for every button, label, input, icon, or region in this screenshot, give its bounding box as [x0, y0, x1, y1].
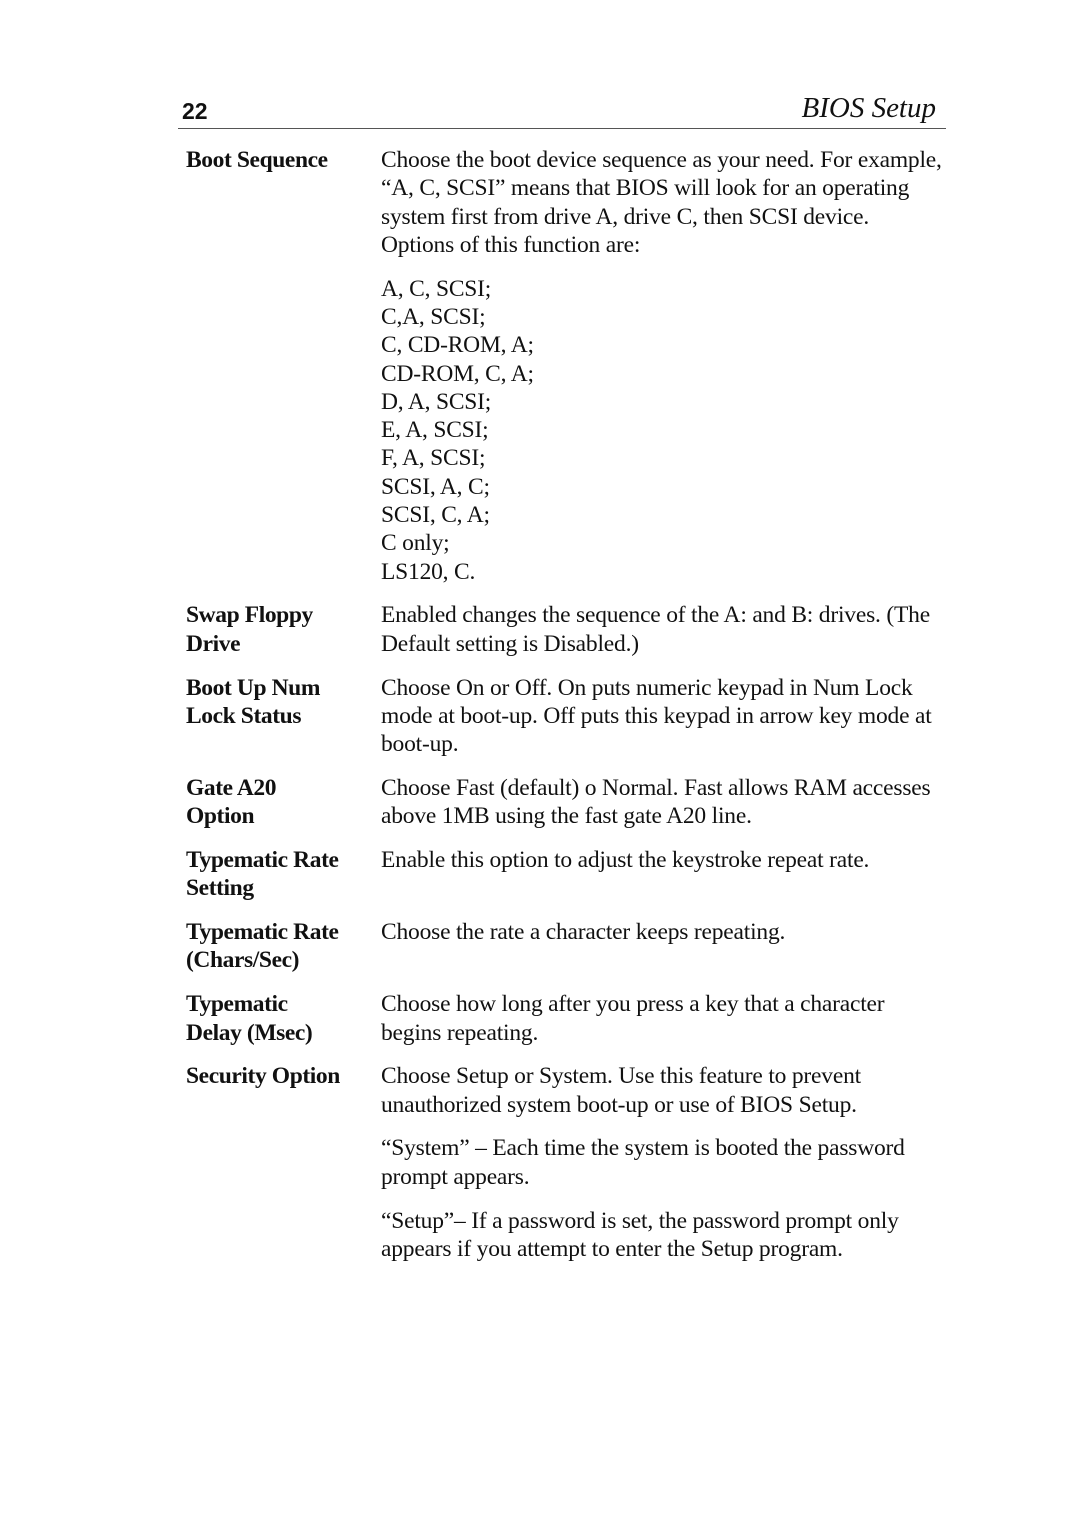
term: Swap Floppy Drive	[186, 601, 381, 658]
description: Enabled changes the sequence of the A: a…	[381, 601, 946, 658]
description: Choose the rate a character keeps repeat…	[381, 918, 946, 975]
description: Choose the boot device sequence as your …	[381, 146, 946, 586]
entry-security-option: Security Option Choose Setup or System. …	[186, 1062, 946, 1263]
term-line: Typematic Rate	[186, 847, 339, 874]
option-item: D, A, SCSI;	[381, 388, 492, 415]
paragraph: Enable this option to adjust the keystro…	[381, 847, 870, 874]
option-item: F, A, SCSI;	[381, 445, 486, 472]
option-item: A, C, SCSI;	[381, 275, 492, 302]
description: Enable this option to adjust the keystro…	[381, 846, 946, 903]
paragraph: Choose Setup or System. Use this feature…	[381, 1063, 861, 1118]
option-item: C, CD-ROM, A;	[381, 332, 534, 359]
paragraph: Choose the rate a character keeps repeat…	[381, 919, 786, 946]
entry-boot-sequence: Boot Sequence Choose the boot device seq…	[186, 146, 946, 586]
option-item: SCSI, C, A;	[381, 502, 490, 529]
paragraph: Choose On or Off. On puts numeric keypad…	[381, 674, 932, 758]
term-line: Option	[186, 803, 255, 830]
description: Choose how long after you press a key th…	[381, 990, 946, 1047]
entry-gate-a20-option: Gate A20 Option Choose Fast (default) o …	[186, 774, 946, 831]
description: Choose Setup or System. Use this feature…	[381, 1062, 946, 1263]
term: Security Option	[186, 1062, 381, 1263]
term-line: Typematic Rate	[186, 919, 339, 946]
term-line: Lock Status	[186, 702, 302, 729]
term-line: Gate A20	[186, 774, 277, 801]
entry-boot-up-num-lock-status: Boot Up Num Lock Status Choose On or Off…	[186, 674, 946, 759]
entry-typematic-rate-chars-sec: Typematic Rate (Chars/Sec) Choose the ra…	[186, 918, 946, 975]
term: Boot Up Num Lock Status	[186, 674, 381, 759]
term: Boot Sequence	[186, 146, 381, 586]
paragraph: Choose the boot device sequence as your …	[381, 147, 942, 258]
term: Typematic Delay (Msec)	[186, 990, 381, 1047]
paragraph: Choose Fast (default) o Normal. Fast all…	[381, 774, 931, 830]
option-item: E, A, SCSI;	[381, 417, 489, 444]
option-item: CD-ROM, C, A;	[381, 360, 534, 387]
term-line: Setting	[186, 875, 254, 902]
paragraph: Choose how long after you press a key th…	[381, 991, 885, 1046]
entry-typematic-delay: Typematic Delay (Msec) Choose how long a…	[186, 990, 946, 1047]
page-number: 22	[182, 98, 208, 124]
description: Choose Fast (default) o Normal. Fast all…	[381, 774, 946, 831]
paragraph: “System” – Each time the system is boote…	[381, 1135, 905, 1190]
page-header: 22 BIOS Setup	[178, 92, 946, 129]
paragraph: Enabled changes the sequence of the A: a…	[381, 602, 930, 657]
entry-typematic-rate-setting: Typematic Rate Setting Enable this optio…	[186, 846, 946, 903]
boot-sequence-options: A, C, SCSI; C,A, SCSI; C, CD-ROM, A; CD-…	[381, 275, 946, 586]
definition-list: Boot Sequence Choose the boot device seq…	[186, 146, 946, 1279]
term-line: Drive	[186, 630, 241, 657]
entry-swap-floppy-drive: Swap Floppy Drive Enabled changes the se…	[186, 601, 946, 658]
paragraph: “Setup”– If a password is set, the passw…	[381, 1207, 899, 1262]
description: Choose On or Off. On puts numeric keypad…	[381, 674, 946, 759]
term: Gate A20 Option	[186, 774, 381, 831]
option-item: SCSI, A, C;	[381, 473, 490, 500]
running-title: BIOS Setup	[801, 92, 937, 124]
term-line: (Chars/Sec)	[186, 947, 300, 974]
option-item: C only;	[381, 530, 450, 557]
option-item: LS120, C.	[381, 558, 476, 585]
term-line: Boot Sequence	[186, 147, 328, 173]
term-line: Security Option	[186, 1063, 340, 1090]
term-line: Delay (Msec)	[186, 1019, 313, 1046]
term-line: Swap Floppy	[186, 602, 313, 629]
term: Typematic Rate Setting	[186, 846, 381, 903]
term: Typematic Rate (Chars/Sec)	[186, 918, 381, 975]
term-line: Typematic	[186, 991, 288, 1018]
option-item: C,A, SCSI;	[381, 303, 486, 330]
term-line: Boot Up Num	[186, 674, 321, 701]
